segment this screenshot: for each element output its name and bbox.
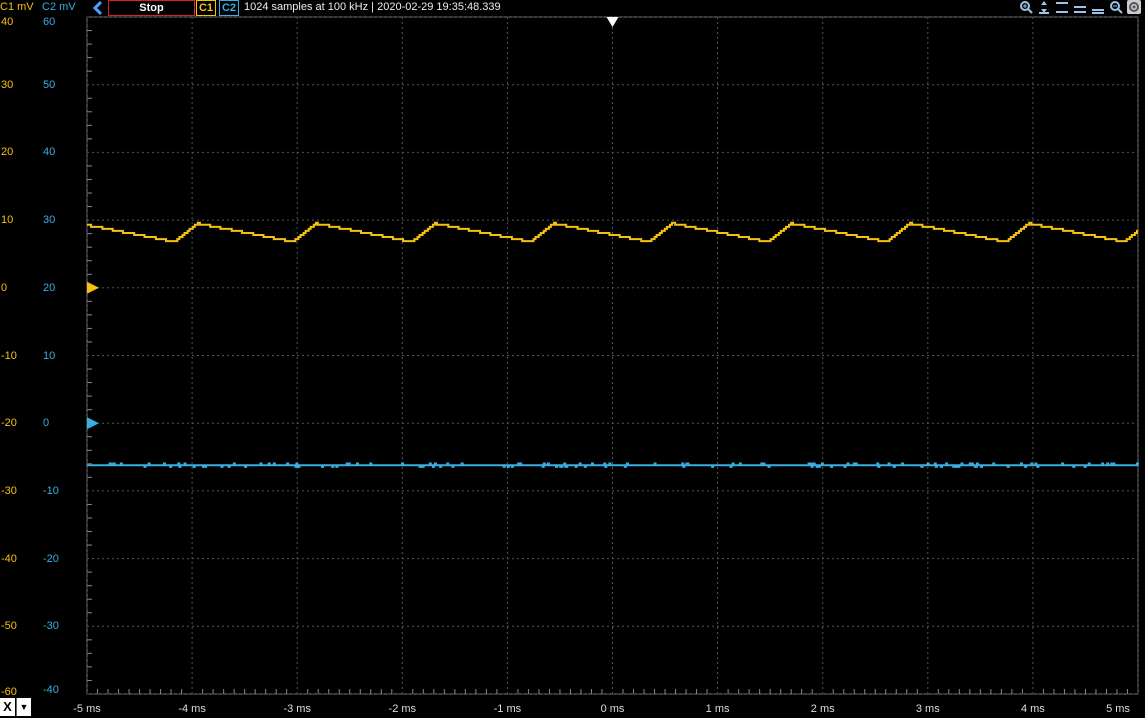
x-axis-dropdown[interactable]: ▼ bbox=[16, 698, 31, 716]
x-axis-tick-label: -1 ms bbox=[493, 703, 522, 715]
c1-axis-tick-label: -50 bbox=[1, 620, 17, 633]
c1-axis-tick-label: -60 bbox=[1, 686, 17, 698]
c1-axis-tick-label: 10 bbox=[1, 214, 14, 227]
c2-axis-tick-label: 50 bbox=[43, 78, 56, 91]
c1-axis-tick-label: 40 bbox=[1, 16, 14, 28]
x-axis-tick-label: -3 ms bbox=[283, 703, 311, 715]
channel-2-trace bbox=[87, 462, 1139, 468]
x-axis-tick-label: -5 ms bbox=[73, 703, 101, 715]
c2-axis-tick-label: 40 bbox=[43, 146, 56, 159]
c2-axis-tick-label: -40 bbox=[43, 684, 59, 696]
c1-axis-tick-label: 20 bbox=[1, 146, 14, 159]
channel-1-offset-marker bbox=[87, 281, 99, 294]
x-axis-tick-label: 2 ms bbox=[810, 703, 835, 715]
c1-axis-tick-label: -30 bbox=[1, 484, 17, 497]
x-axis-tick-label: 1 ms bbox=[705, 703, 730, 715]
x-axis-tick-label: 4 ms bbox=[1020, 703, 1045, 715]
c2-axis-tick-label: -20 bbox=[43, 552, 59, 565]
c2-axis-tick-label: 60 bbox=[43, 16, 56, 28]
c1-axis-tick-label: 30 bbox=[1, 78, 14, 91]
x-axis-tick-label: -2 ms bbox=[388, 703, 417, 715]
c1-axis-tick-label: -10 bbox=[1, 349, 17, 362]
c1-axis-tick-label: 0 bbox=[1, 281, 8, 294]
x-axis-tick-label: 3 ms bbox=[915, 703, 940, 715]
c2-axis-tick-label: 30 bbox=[43, 214, 56, 227]
x-axis-button[interactable]: X bbox=[0, 698, 15, 716]
c2-axis-tick-label: 10 bbox=[43, 349, 56, 362]
c1-axis-tick-label: -20 bbox=[1, 417, 17, 430]
c1-axis-tick-label: -40 bbox=[1, 552, 17, 565]
x-axis-tick-label: 0 ms bbox=[600, 703, 625, 715]
c2-axis-tick-label: -10 bbox=[43, 484, 59, 497]
x-axis-tick-label: 5 ms bbox=[1106, 703, 1130, 715]
x-axis-tick-label: -4 ms bbox=[178, 703, 206, 715]
c2-axis-tick-label: 0 bbox=[43, 417, 50, 430]
c2-axis-tick-label: 20 bbox=[43, 281, 56, 294]
plot-area[interactable] bbox=[0, 0, 1145, 718]
c2-axis-tick-label: -30 bbox=[43, 620, 59, 633]
channel-2-offset-marker bbox=[87, 417, 99, 430]
trigger-marker bbox=[606, 17, 619, 27]
